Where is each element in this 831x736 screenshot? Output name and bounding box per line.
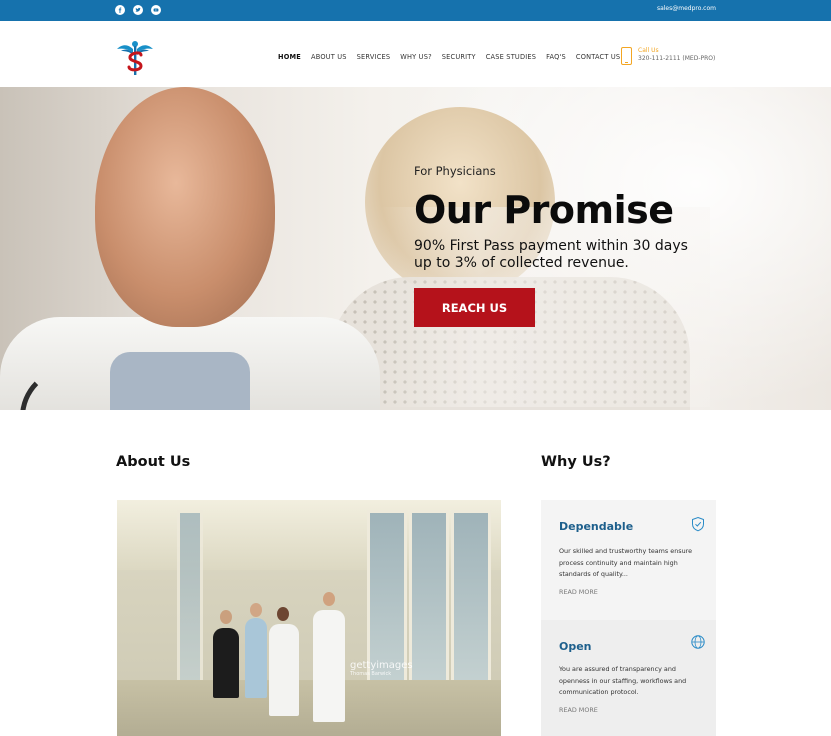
reach-us-button[interactable]: REACH US	[414, 288, 535, 327]
card-title: Open	[559, 640, 592, 653]
logo-caduceus-icon[interactable]	[115, 37, 155, 77]
youtube-icon[interactable]	[151, 5, 161, 15]
nav-about-us[interactable]: ABOUT US	[311, 53, 347, 61]
hero-doctor-shirt-image	[110, 352, 250, 410]
watermark-brand: gettyimages	[350, 660, 413, 671]
nav-faqs[interactable]: FAQ'S	[546, 53, 566, 61]
phone-icon	[621, 47, 632, 65]
card-text: Our skilled and trustworthy teams ensure…	[559, 547, 693, 578]
watermark-credit: Thomas Barwick	[350, 671, 392, 677]
globe-icon	[691, 635, 705, 649]
photo-floor	[117, 680, 501, 736]
why-card-dependable: Dependable Our skilled and trustworthy t…	[541, 500, 716, 620]
nav-contact-us[interactable]: CONTACT US	[576, 53, 620, 61]
main-nav: HOME ABOUT US SERVICES WHY US? SECURITY …	[278, 53, 630, 61]
photo-person	[313, 610, 345, 722]
nav-why-us[interactable]: WHY US?	[400, 53, 432, 61]
call-number[interactable]: 320-111-2111 (MED-PRO)	[638, 55, 715, 62]
photo-person-head	[250, 603, 262, 617]
nav-case-studies[interactable]: CASE STUDIES	[486, 53, 536, 61]
photo-person	[245, 618, 267, 698]
why-card-open: Open You are assured of transparency and…	[541, 620, 716, 736]
photo-person-head	[323, 592, 335, 606]
photo-watermark: gettyimages Thomas Barwick	[350, 660, 413, 677]
top-bar: sales@medpro.com	[0, 0, 831, 21]
about-us-hospital-photo: gettyimages Thomas Barwick	[117, 500, 501, 736]
call-label: Call Us	[638, 47, 659, 54]
photo-person-head	[220, 610, 232, 624]
facebook-icon[interactable]	[115, 5, 125, 15]
hero-promise-line-1: 90% First Pass payment within 30 days	[414, 238, 688, 254]
hero-title: Our Promise	[414, 188, 674, 232]
why-us-heading: Why Us?	[541, 454, 611, 470]
hero-promise-line-2: up to 3% of collected revenue.	[414, 255, 629, 271]
hero-banner: For Physicians Our Promise 90% First Pas…	[0, 87, 831, 410]
about-us-heading: About Us	[116, 454, 191, 470]
nav-services[interactable]: SERVICES	[357, 53, 391, 61]
hero-subtitle: For Physicians	[414, 164, 496, 178]
nav-home[interactable]: HOME	[278, 53, 301, 61]
nav-security[interactable]: SECURITY	[442, 53, 476, 61]
email-link[interactable]: sales@medpro.com	[657, 5, 716, 12]
read-more-link[interactable]: READ MORE	[559, 706, 598, 714]
read-more-link[interactable]: READ MORE	[559, 588, 598, 596]
photo-person	[213, 628, 239, 698]
card-text: You are assured of transparency and open…	[559, 665, 687, 696]
site-header: HOME ABOUT US SERVICES WHY US? SECURITY …	[0, 21, 831, 87]
photo-person-head	[277, 607, 289, 621]
shield-icon	[692, 516, 704, 532]
card-title: Dependable	[559, 520, 634, 533]
hero-doctor-image	[95, 87, 275, 327]
twitter-icon[interactable]	[133, 5, 143, 15]
photo-person	[269, 624, 299, 716]
